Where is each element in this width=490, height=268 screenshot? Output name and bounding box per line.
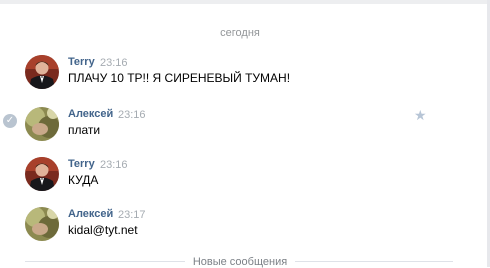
- message-time[interactable]: 23:16: [100, 159, 128, 171]
- avatar-aleksey[interactable]: [25, 207, 59, 241]
- blurry-photo-icon: [25, 207, 59, 241]
- message-time[interactable]: 23:17: [118, 209, 146, 221]
- message-item[interactable]: ✓ Алексей 23:16 плати ★: [0, 107, 480, 157]
- blurry-photo-icon: [25, 107, 59, 141]
- message-item[interactable]: Terry 23:16 ПЛАЧУ 10 ТР!! Я СИРЕНЕВЫЙ ТУ…: [0, 55, 480, 105]
- new-messages-text: Новые сообщения: [184, 256, 296, 268]
- message-text: kidal@tyt.net: [68, 223, 138, 237]
- message-item[interactable]: Terry 23:16 КУДА: [0, 157, 480, 207]
- message-time[interactable]: 23:16: [100, 57, 128, 69]
- new-messages-label: Новые сообщения: [0, 256, 480, 268]
- avatar-terry[interactable]: [25, 55, 59, 89]
- avatar-terry[interactable]: [25, 157, 59, 191]
- message-author[interactable]: Алексей: [68, 108, 113, 120]
- message-text: ПЛАЧУ 10 ТР!! Я СИРЕНЕВЫЙ ТУМАН!: [68, 71, 291, 85]
- top-bar: [0, 0, 490, 4]
- date-separator: сегодня: [220, 27, 260, 39]
- check-icon[interactable]: ✓: [3, 114, 17, 128]
- message-item[interactable]: Алексей 23:17 kidal@tyt.net: [0, 207, 480, 257]
- man-in-suit-icon: [25, 55, 59, 89]
- message-time[interactable]: 23:16: [118, 109, 146, 121]
- message-text: КУДА: [68, 173, 99, 187]
- message-author[interactable]: Алексей: [68, 208, 113, 220]
- message-text: плати: [68, 123, 101, 137]
- message-author[interactable]: Terry: [68, 56, 95, 68]
- star-icon[interactable]: ★: [414, 107, 427, 124]
- avatar-aleksey[interactable]: [25, 107, 59, 141]
- message-author[interactable]: Terry: [68, 158, 95, 170]
- man-in-suit-icon: [25, 157, 59, 191]
